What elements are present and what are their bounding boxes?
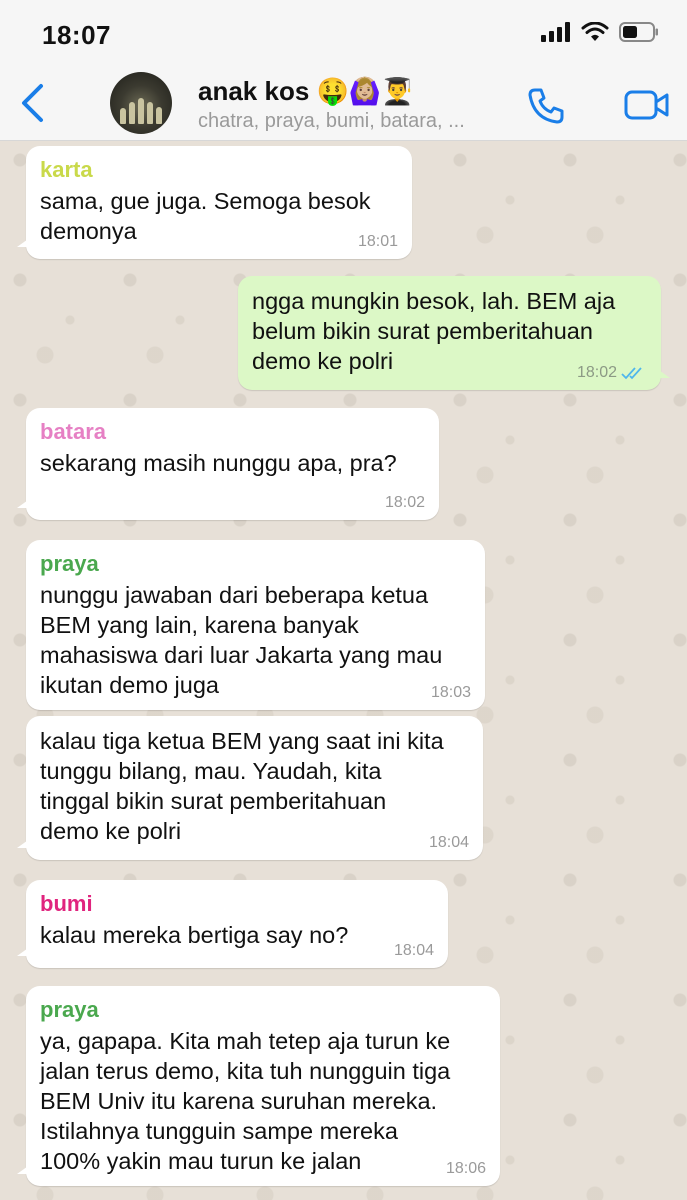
- message-bubble[interactable]: kalau tiga ketua BEM yang saat ini kita …: [17, 716, 483, 860]
- message-text: sekarang masih nunggu apa, pra?: [40, 450, 397, 476]
- status-bar: 18:07: [0, 0, 687, 66]
- message-time: 18:02: [577, 364, 647, 382]
- sender-name: praya: [40, 551, 99, 576]
- message-text: ngga mungkin besok, lah. BEM aja belum b…: [252, 288, 616, 374]
- message-bubble[interactable]: praya ya, gapapa. Kita mah tetep aja tur…: [17, 986, 500, 1186]
- message-text: sama, gue juga. Semoga besok demonya: [40, 188, 371, 244]
- message-text: nunggu jawaban dari beberapa ketua BEM y…: [40, 582, 443, 698]
- chat-header: anak kos 🤑🙆🏼‍♀️👨‍🎓 chatra, praya, bumi, …: [0, 66, 687, 141]
- message-time: 18:04: [393, 942, 434, 959]
- read-receipt-icon: [621, 367, 642, 380]
- group-members[interactable]: chatra, praya, bumi, batara, ...: [198, 110, 465, 133]
- message-time: 18:04: [428, 834, 469, 851]
- bubble-tail: [17, 498, 31, 508]
- cellular-signal-icon: [541, 22, 570, 42]
- message-bubble[interactable]: praya nunggu jawaban dari beberapa ketua…: [26, 540, 485, 710]
- back-chevron-icon[interactable]: [14, 82, 54, 124]
- message-text: kalau mereka bertiga say no?: [40, 922, 349, 948]
- message-time: 18:03: [430, 684, 471, 701]
- phone-icon[interactable]: [526, 86, 566, 126]
- group-title[interactable]: anak kos 🤑🙆🏼‍♀️👨‍🎓: [198, 76, 414, 107]
- message-bubble[interactable]: karta sama, gue juga. Semoga besok demon…: [17, 146, 412, 259]
- bubble-tail: [17, 237, 31, 247]
- video-call-icon[interactable]: [624, 88, 670, 122]
- message-bubble[interactable]: bumi kalau mereka bertiga say no? 18:04: [17, 880, 448, 968]
- message-list[interactable]: karta sama, gue juga. Semoga besok demon…: [0, 140, 687, 1200]
- message-bubble[interactable]: batara sekarang masih nunggu apa, pra? 1…: [17, 408, 439, 520]
- message-text: ya, gapapa. Kita mah tetep aja turun ke …: [40, 1028, 451, 1174]
- message-time: 18:06: [445, 1160, 486, 1177]
- wifi-icon: [581, 22, 609, 41]
- bubble-tail: [656, 368, 670, 378]
- bubble-tail: [17, 1164, 31, 1174]
- sender-name: karta: [40, 157, 93, 182]
- sender-name: praya: [40, 997, 99, 1022]
- battery-icon: [619, 22, 658, 42]
- outgoing-message-bubble[interactable]: ngga mungkin besok, lah. BEM aja belum b…: [238, 276, 670, 390]
- message-time: 18:01: [357, 233, 398, 250]
- sender-name: bumi: [40, 891, 93, 916]
- status-icons: [541, 22, 659, 42]
- sender-name: batara: [40, 419, 107, 444]
- bubble-tail: [17, 946, 31, 956]
- group-avatar[interactable]: [110, 72, 172, 134]
- bubble-tail: [17, 838, 31, 848]
- message-time: 18:02: [384, 494, 425, 511]
- message-text: kalau tiga ketua BEM yang saat ini kita …: [40, 728, 444, 844]
- status-time: 18:07: [42, 20, 111, 50]
